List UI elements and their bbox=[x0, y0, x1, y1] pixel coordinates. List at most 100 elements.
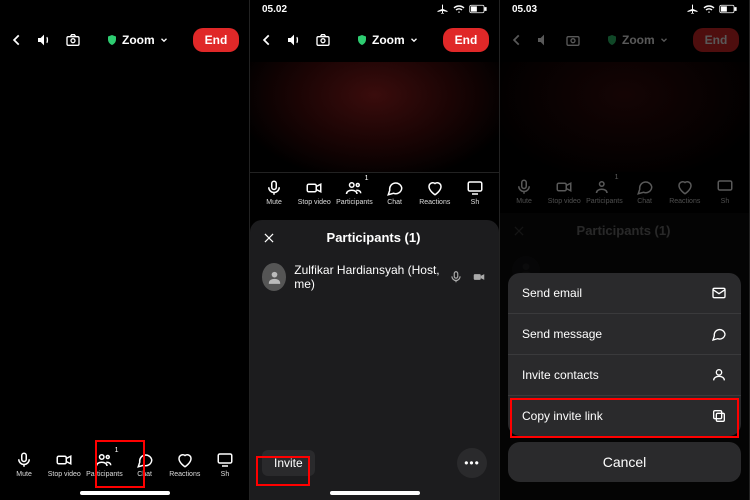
tool-reactions[interactable]: Reactions bbox=[165, 451, 205, 478]
top-bar: Zoom End bbox=[500, 18, 749, 62]
tool-label: Stop video bbox=[548, 198, 581, 205]
tool-label: Reactions bbox=[169, 471, 200, 478]
tool-reactions: Reactions bbox=[665, 178, 705, 205]
phone-screen-3: 05.03 Zoom End Mute Stop video 1Particip… bbox=[500, 0, 750, 500]
contacts-icon bbox=[711, 367, 727, 383]
tool-mute[interactable]: Mute bbox=[254, 179, 294, 206]
zoom-title[interactable]: Zoom bbox=[106, 33, 169, 47]
camera-switch-icon[interactable] bbox=[64, 32, 82, 48]
tool-participants[interactable]: 1 Participants bbox=[84, 451, 124, 478]
tool-stop-video: Stop video bbox=[544, 178, 584, 205]
tool-mute[interactable]: Mute bbox=[4, 451, 44, 478]
video-icon bbox=[471, 270, 487, 284]
status-bar: 05.02 bbox=[250, 0, 499, 18]
meeting-video-area bbox=[0, 62, 249, 445]
wifi-icon bbox=[453, 3, 465, 15]
zoom-label: Zoom bbox=[372, 33, 405, 47]
top-bar: Zoom End bbox=[250, 18, 499, 62]
participants-count-badge: 1 bbox=[365, 175, 369, 182]
airplane-icon bbox=[437, 3, 449, 15]
shield-check-icon bbox=[356, 34, 368, 46]
participant-row[interactable]: Zulfikar Hardiansyah (Host, me) bbox=[250, 255, 499, 299]
chevron-down-icon bbox=[159, 35, 169, 45]
action-cancel[interactable]: Cancel bbox=[508, 442, 741, 482]
chevron-down-icon bbox=[659, 35, 669, 45]
speaker-icon[interactable] bbox=[286, 32, 302, 48]
tool-label: Participants bbox=[586, 198, 623, 205]
tool-label: Chat bbox=[387, 199, 402, 206]
invite-bar: Invite ••• bbox=[250, 440, 499, 486]
zoom-title: Zoom bbox=[606, 33, 669, 47]
meeting-video-area bbox=[500, 62, 749, 172]
camera-switch-icon[interactable] bbox=[314, 32, 332, 48]
action-send-message[interactable]: Send message bbox=[508, 314, 741, 355]
tool-reactions[interactable]: Reactions bbox=[415, 179, 455, 206]
tool-label: Stop video bbox=[48, 471, 81, 478]
tool-label: Reactions bbox=[419, 199, 450, 206]
tool-label: Mute bbox=[16, 471, 32, 478]
participant-name: Zulfikar Hardiansyah (Host, me) bbox=[294, 263, 441, 291]
invite-button[interactable]: Invite bbox=[262, 450, 315, 476]
bottom-toolbar: Mute Stop video 1Participants Chat React… bbox=[250, 172, 499, 214]
tool-chat[interactable]: Chat bbox=[125, 451, 165, 478]
tool-participants: 1Participants bbox=[584, 178, 624, 205]
action-send-email[interactable]: Send email bbox=[508, 273, 741, 314]
status-bar bbox=[0, 0, 249, 18]
tool-share[interactable]: Sh bbox=[455, 179, 495, 206]
tool-label: Participants bbox=[86, 471, 123, 478]
action-label: Send message bbox=[522, 327, 602, 341]
participants-count-badge: 1 bbox=[115, 447, 119, 454]
sheet-title: Participants (1) bbox=[260, 230, 487, 245]
action-invite-contacts[interactable]: Invite contacts bbox=[508, 355, 741, 396]
tool-label: Sh bbox=[221, 471, 230, 478]
status-icons bbox=[687, 3, 737, 15]
tool-participants[interactable]: 1Participants bbox=[334, 179, 374, 206]
airplane-icon bbox=[687, 3, 699, 15]
tool-label: Reactions bbox=[669, 198, 700, 205]
tool-chat[interactable]: Chat bbox=[375, 179, 415, 206]
status-time: 05.03 bbox=[512, 4, 537, 15]
tool-label: Chat bbox=[637, 198, 652, 205]
bottom-toolbar: Mute Stop video 1 Participants Chat Reac… bbox=[0, 445, 249, 486]
back-icon[interactable] bbox=[260, 33, 274, 47]
battery-icon bbox=[469, 4, 487, 14]
back-icon bbox=[510, 33, 524, 47]
participants-count-badge: 1 bbox=[615, 174, 619, 181]
tool-share[interactable]: Sh bbox=[205, 451, 245, 478]
phone-screen-1: Zoom End Mute Stop video 1 Participants … bbox=[0, 0, 250, 500]
camera-switch-icon bbox=[564, 32, 582, 48]
copy-icon bbox=[711, 408, 727, 424]
status-icons bbox=[437, 3, 487, 15]
tool-share: Sh bbox=[705, 178, 745, 205]
back-icon[interactable] bbox=[10, 33, 24, 47]
more-button[interactable]: ••• bbox=[457, 448, 487, 478]
bottom-toolbar: Mute Stop video 1Participants Chat React… bbox=[500, 172, 749, 213]
action-group: Send email Send message Invite contacts … bbox=[508, 273, 741, 436]
zoom-label: Zoom bbox=[622, 33, 655, 47]
battery-icon bbox=[719, 4, 737, 14]
participants-sheet: Participants (1) Zulfikar Hardiansyah (H… bbox=[250, 220, 499, 500]
meeting-video-area bbox=[250, 62, 499, 172]
tool-label: Stop video bbox=[298, 199, 331, 206]
end-button[interactable]: End bbox=[443, 28, 490, 52]
tool-stop-video[interactable]: Stop video bbox=[44, 451, 84, 478]
action-copy-invite-link[interactable]: Copy invite link bbox=[508, 396, 741, 436]
end-button[interactable]: End bbox=[193, 28, 240, 52]
tool-stop-video[interactable]: Stop video bbox=[294, 179, 334, 206]
end-button: End bbox=[693, 28, 740, 52]
shield-check-icon bbox=[106, 34, 118, 46]
home-indicator bbox=[250, 486, 499, 500]
status-bar: 05.03 bbox=[500, 0, 749, 18]
action-label: Send email bbox=[522, 286, 582, 300]
tool-label: Mute bbox=[516, 198, 532, 205]
status-time: 05.02 bbox=[262, 4, 287, 15]
speaker-icon[interactable] bbox=[36, 32, 52, 48]
tool-label: Participants bbox=[336, 199, 373, 206]
zoom-title[interactable]: Zoom bbox=[356, 33, 419, 47]
sheet-header: Participants (1) bbox=[250, 220, 499, 255]
action-label: Copy invite link bbox=[522, 409, 603, 423]
phone-screen-2: 05.02 Zoom End Mute Stop video 1Particip… bbox=[250, 0, 500, 500]
mic-icon bbox=[449, 270, 463, 284]
chevron-down-icon bbox=[409, 35, 419, 45]
wifi-icon bbox=[703, 3, 715, 15]
